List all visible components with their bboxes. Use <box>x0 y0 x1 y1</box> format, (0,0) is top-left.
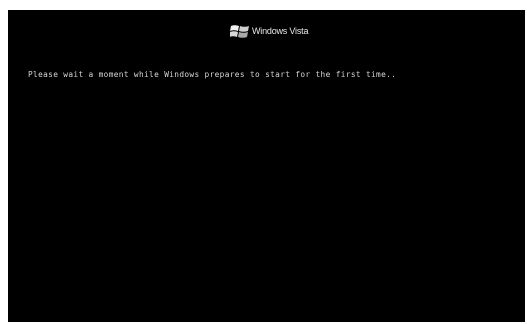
boot-screen: Windows Vista Please wait a moment while… <box>8 10 525 322</box>
logo-text: Windows Vista <box>252 26 309 36</box>
setup-status-message: Please wait a moment while Windows prepa… <box>28 70 397 79</box>
windows-vista-logo: Windows Vista <box>230 23 308 39</box>
windows-flag-icon <box>230 24 252 39</box>
screenshot-frame: Windows Vista Please wait a moment while… <box>0 0 527 324</box>
